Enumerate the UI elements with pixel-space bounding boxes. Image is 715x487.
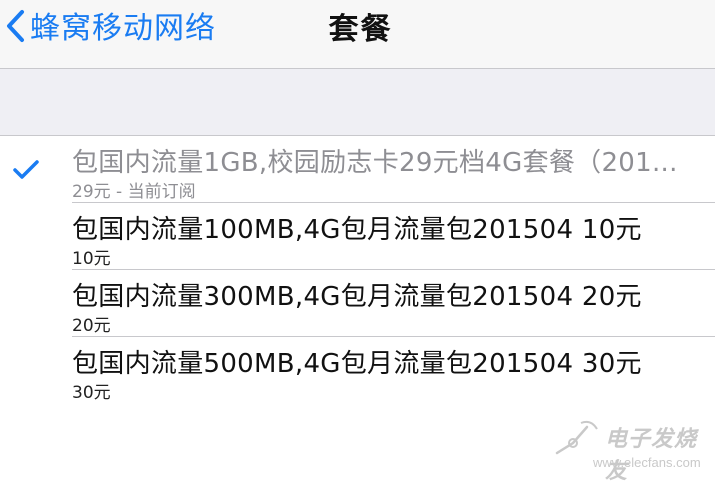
- plan-item-current[interactable]: 包国内流量1GB,校园励志卡29元档4G套餐（201... 29元 - 当前订阅: [0, 136, 715, 203]
- plan-item[interactable]: 包国内流量100MB,4G包月流量包201504 10元 10元: [0, 203, 715, 270]
- watermark-logo: 电子发烧友 www.elecfans.com: [553, 417, 703, 484]
- plan-price: 10元: [72, 249, 111, 269]
- back-button[interactable]: 蜂窝移动网络: [0, 0, 216, 50]
- plan-title: 包国内流量500MB,4G包月流量包201504 30元: [72, 349, 642, 379]
- plan-title: 包国内流量300MB,4G包月流量包201504 20元: [72, 282, 642, 312]
- section-header-band: [0, 69, 715, 136]
- plan-price: 29元 - 当前订阅: [72, 182, 196, 202]
- plan-list: 包国内流量1GB,校园励志卡29元档4G套餐（201... 29元 - 当前订阅…: [0, 136, 715, 404]
- plan-title: 包国内流量100MB,4G包月流量包201504 10元: [72, 215, 642, 245]
- plan-item[interactable]: 包国内流量500MB,4G包月流量包201504 30元 30元: [0, 337, 715, 404]
- plan-price: 20元: [72, 316, 111, 336]
- checkmark-icon: [13, 160, 39, 179]
- chevron-left-icon: [7, 10, 24, 42]
- navigation-bar: 蜂窝移动网络 套餐: [0, 0, 715, 69]
- antenna-logo-icon: [555, 420, 598, 455]
- back-label: 蜂窝移动网络: [30, 11, 216, 46]
- watermark-name: 电子发烧友: [605, 427, 698, 484]
- watermark-url: www.elecfans.com: [593, 455, 701, 470]
- plan-price: 30元: [72, 383, 111, 403]
- plan-item[interactable]: 包国内流量300MB,4G包月流量包201504 20元 20元: [0, 270, 715, 337]
- plan-title: 包国内流量1GB,校园励志卡29元档4G套餐（201...: [72, 148, 678, 178]
